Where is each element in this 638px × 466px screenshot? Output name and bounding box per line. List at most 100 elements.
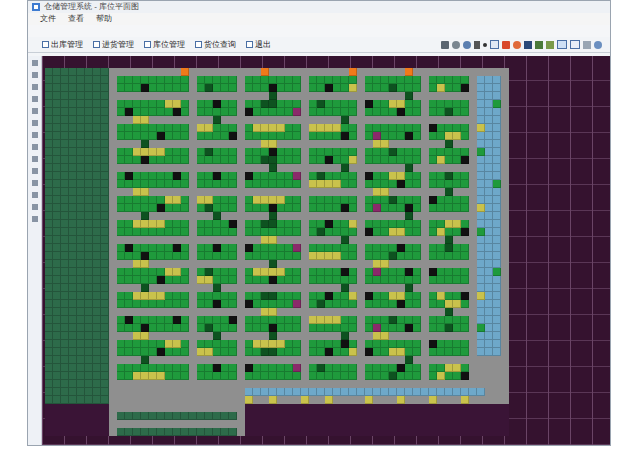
map-cell[interactable] <box>453 116 461 124</box>
map-cell[interactable] <box>85 132 93 140</box>
map-cell[interactable] <box>277 148 285 156</box>
map-cell[interactable] <box>85 196 93 204</box>
map-cell[interactable] <box>141 68 149 76</box>
map-cell[interactable] <box>253 196 261 204</box>
map-cell[interactable] <box>301 220 309 228</box>
map-cell[interactable] <box>365 260 373 268</box>
map-cell[interactable] <box>173 140 181 148</box>
map-cell[interactable] <box>109 68 117 76</box>
map-cell[interactable] <box>341 140 349 148</box>
map-cell[interactable] <box>421 196 429 204</box>
map-cell[interactable] <box>61 100 69 108</box>
map-cell[interactable] <box>157 124 165 132</box>
map-cell[interactable] <box>341 124 349 132</box>
map-cell[interactable] <box>93 156 101 164</box>
map-cell[interactable] <box>301 164 309 172</box>
map-cell[interactable] <box>205 188 213 196</box>
map-cell[interactable] <box>413 108 421 116</box>
map-cell[interactable] <box>277 76 285 84</box>
map-cell[interactable] <box>157 212 165 220</box>
map-cell[interactable] <box>69 132 77 140</box>
map-cell[interactable] <box>213 228 221 236</box>
map-cell[interactable] <box>341 236 349 244</box>
map-cell[interactable] <box>181 68 189 76</box>
map-cell[interactable] <box>197 84 205 92</box>
map-cell[interactable] <box>381 68 389 76</box>
map-cell[interactable] <box>45 180 53 188</box>
map-cell[interactable] <box>317 292 325 300</box>
map-cell[interactable] <box>341 188 349 196</box>
map-cell[interactable] <box>125 108 133 116</box>
map-cell[interactable] <box>261 140 269 148</box>
map-cell[interactable] <box>125 260 133 268</box>
map-cell[interactable] <box>421 268 429 276</box>
map-cell[interactable] <box>429 116 437 124</box>
tool-icon[interactable] <box>32 132 38 138</box>
map-cell[interactable] <box>309 228 317 236</box>
map-cell[interactable] <box>365 140 373 148</box>
map-cell[interactable] <box>213 236 221 244</box>
map-cell[interactable] <box>453 172 461 180</box>
map-cell[interactable] <box>157 108 165 116</box>
map-cell[interactable] <box>397 228 405 236</box>
map-cell[interactable] <box>461 196 469 204</box>
map-cell[interactable] <box>77 172 85 180</box>
map-cell[interactable] <box>221 196 229 204</box>
map-cell[interactable] <box>181 196 189 204</box>
map-cell[interactable] <box>237 172 245 180</box>
map-cell[interactable] <box>45 156 53 164</box>
tool-icon[interactable] <box>32 96 38 102</box>
map-cell[interactable] <box>61 228 69 236</box>
map-cell[interactable] <box>245 204 253 212</box>
map-cell[interactable] <box>309 260 317 268</box>
map-cell[interactable] <box>445 180 453 188</box>
map-cell[interactable] <box>173 220 181 228</box>
map-cell[interactable] <box>157 92 165 100</box>
map-cell[interactable] <box>77 188 85 196</box>
map-cell[interactable] <box>165 68 173 76</box>
map-cell[interactable] <box>117 228 125 236</box>
map-cell[interactable] <box>445 204 453 212</box>
map-cell[interactable] <box>341 172 349 180</box>
map-cell[interactable] <box>421 172 429 180</box>
map-cell[interactable] <box>453 204 461 212</box>
map-cell[interactable] <box>357 92 365 100</box>
map-cell[interactable] <box>141 124 149 132</box>
map-cell[interactable] <box>93 132 101 140</box>
map-cell[interactable] <box>389 172 397 180</box>
map-cell[interactable] <box>253 92 261 100</box>
map-cell[interactable] <box>221 220 229 228</box>
map-cell[interactable] <box>429 196 437 204</box>
map-cell[interactable] <box>405 236 413 244</box>
map-cell[interactable] <box>477 108 485 116</box>
map-cell[interactable] <box>237 260 245 268</box>
map-cell[interactable] <box>77 220 85 228</box>
map-cell[interactable] <box>157 100 165 108</box>
map-cell[interactable] <box>293 172 301 180</box>
map-cell[interactable] <box>181 140 189 148</box>
map-cell[interactable] <box>205 212 213 220</box>
map-cell[interactable] <box>53 148 61 156</box>
map-cell[interactable] <box>341 108 349 116</box>
map-cell[interactable] <box>333 284 341 292</box>
map-cell[interactable] <box>445 244 453 252</box>
map-cell[interactable] <box>485 100 493 108</box>
map-cell[interactable] <box>85 92 93 100</box>
map-cell[interactable] <box>101 188 109 196</box>
map-cell[interactable] <box>189 244 197 252</box>
map-cell[interactable] <box>45 196 53 204</box>
map-cell[interactable] <box>461 276 469 284</box>
map-cell[interactable] <box>413 220 421 228</box>
map-cell[interactable] <box>301 148 309 156</box>
map-cell[interactable] <box>389 164 397 172</box>
map-cell[interactable] <box>373 292 381 300</box>
map-cell[interactable] <box>149 164 157 172</box>
map-cell[interactable] <box>477 84 485 92</box>
map-cell[interactable] <box>309 124 317 132</box>
map-cell[interactable] <box>325 116 333 124</box>
map-cell[interactable] <box>349 204 357 212</box>
map-cell[interactable] <box>245 276 253 284</box>
map-cell[interactable] <box>325 148 333 156</box>
map-cell[interactable] <box>61 260 69 268</box>
map-cell[interactable] <box>469 204 477 212</box>
